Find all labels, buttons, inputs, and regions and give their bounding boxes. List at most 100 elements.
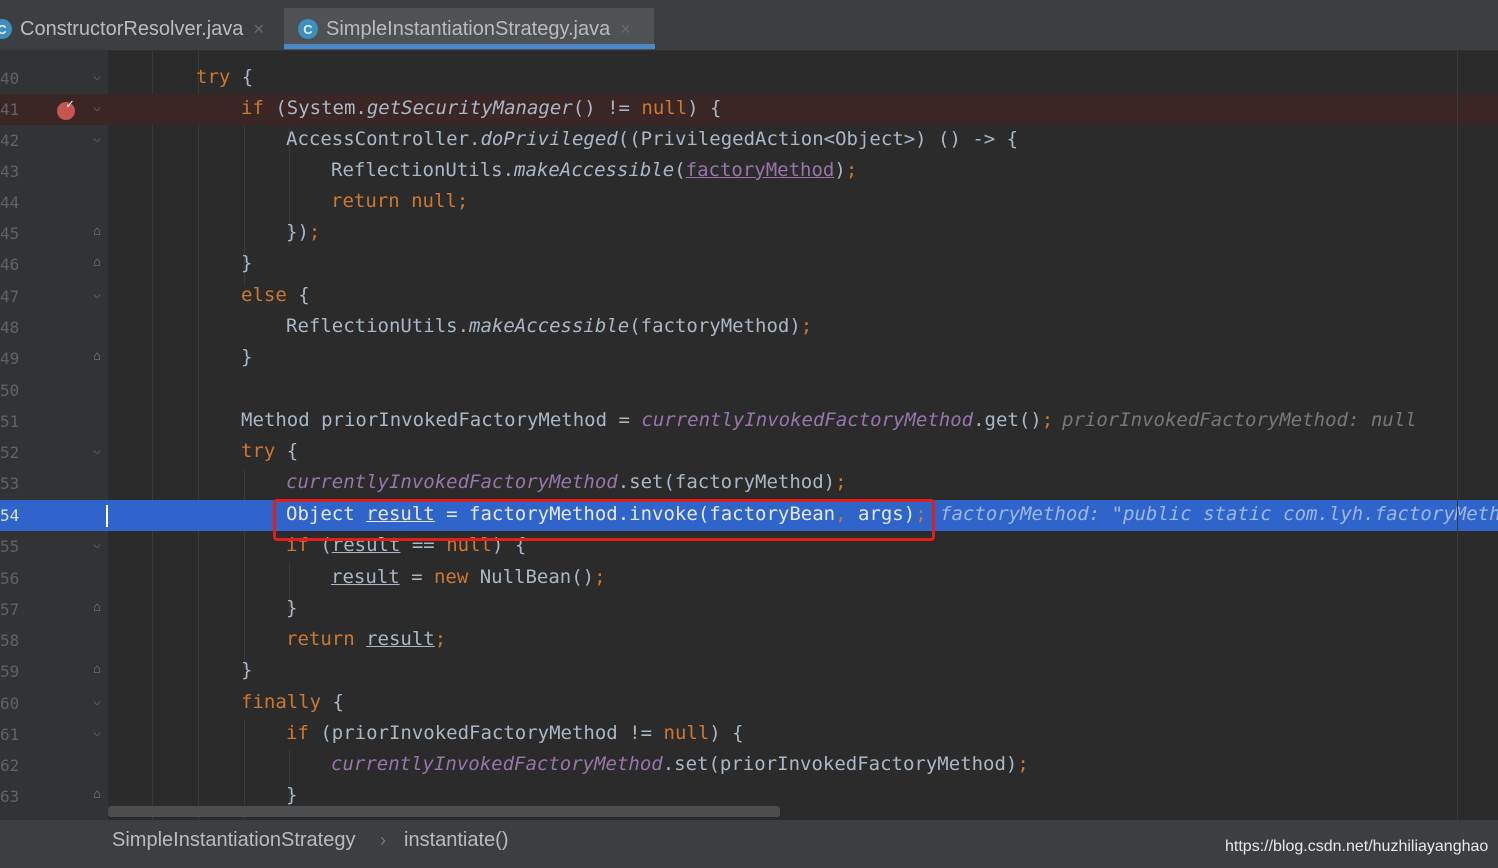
line-number: 40 [0,69,20,88]
code-line[interactable]: 61 ⌵ if (priorInvokedFactoryMethod != nu… [0,719,1498,750]
line-number: 52 [0,443,20,462]
fold-end-icon[interactable]: ⌂ [90,225,104,239]
line-number: 42 [0,131,20,150]
breadcrumb-method[interactable]: instantiate() [404,829,509,852]
code-line[interactable]: 51 Method priorInvokedFactoryMethod = cu… [0,406,1498,437]
line-number: 59 [0,662,20,681]
right-margin-guide [1457,51,1458,820]
line-number: 44 [0,193,20,212]
line-number: 53 [0,474,20,493]
code-text: Method priorInvokedFactoryMethod = curre… [241,409,1054,431]
watermark-url: https://blog.csdn.net/huzhiliayanghao [1225,838,1489,855]
line-number: 47 [0,287,20,306]
text-caret [106,505,108,527]
code-line[interactable]: 48 ReflectionUtils.makeAccessible(factor… [0,312,1498,343]
tab-label: ConstructorResolver.java [20,17,244,40]
breadcrumb-separator-icon: › [380,830,386,850]
code-text: return result; [286,628,447,650]
code-line[interactable]: 40 ⌵ try { [0,63,1498,94]
code-text: }); [286,221,321,243]
code-text: return null; [331,190,469,212]
code-line[interactable]: 62 currentlyInvokedFactoryMethod.set(pri… [0,750,1498,781]
line-number: 49 [0,349,20,368]
tab-label: SimpleInstantiationStrategy.java [326,17,611,40]
code-line[interactable]: 57 ⌂ } [0,594,1498,625]
line-number: 46 [0,255,20,274]
horizontal-scrollbar[interactable] [108,806,780,817]
fold-end-icon[interactable]: ⌂ [90,350,104,364]
breakpoint-check-icon: ✓ [66,97,74,112]
code-text: } [286,784,298,806]
tab-constructor-resolver[interactable]: C ConstructorResolver.java × [0,8,277,50]
code-line[interactable]: 43 ReflectionUtils.makeAccessible(factor… [0,156,1498,187]
code-line[interactable]: 42 ⌵ AccessController.doPrivileged((Priv… [0,125,1498,156]
line-number: 55 [0,537,20,556]
code-text: finally { [241,691,344,713]
code-line[interactable]: 45 ⌂ }); [0,218,1498,249]
line-number: 51 [0,412,20,431]
fold-end-icon[interactable]: ⌂ [90,788,104,802]
code-line[interactable]: 56 result = new NullBean(); [0,563,1498,594]
close-icon[interactable]: × [620,19,631,40]
inline-debug-value: factoryMethod: "public static com.lyh.fa… [940,503,1498,525]
line-number: 63 [0,787,20,806]
code-text: if (priorInvokedFactoryMethod != null) { [286,722,744,744]
code-line[interactable]: 46 ⌂ } [0,249,1498,280]
code-line-breakpoint[interactable]: 41 ⌵ if (System.getSecurityManager() != … [0,94,1498,125]
code-editor[interactable]: 40 ⌵ try { 41 ⌵ if (System.getSecurityMa… [0,51,1498,820]
fold-end-icon[interactable]: ⌂ [90,601,104,615]
active-tab-indicator [284,44,655,49]
code-text: if (System.getSecurityManager() != null)… [241,97,722,119]
code-line[interactable]: 47 ⌵ else { [0,281,1498,312]
fold-marker-icon[interactable]: ⌵ [90,288,104,302]
line-number: 57 [0,600,20,619]
code-text: AccessController.doPrivileged((Privilege… [286,128,1019,150]
line-number: 54 [0,506,20,525]
code-text: currentlyInvokedFactoryMethod.set(priorI… [331,753,1029,775]
code-text: try { [241,440,299,462]
fold-marker-icon[interactable]: ⌵ [90,132,104,146]
line-number: 41 [0,100,20,119]
code-line[interactable]: 58 return result; [0,625,1498,656]
c-class-icon: C [0,19,12,39]
fold-marker-icon[interactable]: ⌵ [90,695,104,709]
fold-end-icon[interactable]: ⌂ [90,663,104,677]
line-number: 48 [0,318,20,337]
line-number: 45 [0,224,20,243]
code-text: } [241,659,253,681]
code-line[interactable]: 53 currentlyInvokedFactoryMethod.set(fac… [0,468,1498,499]
window-top-strip [0,0,1498,8]
close-icon[interactable]: × [253,19,264,40]
line-number: 58 [0,631,20,650]
code-line[interactable]: 60 ⌵ finally { [0,688,1498,719]
line-number: 60 [0,694,20,713]
fold-marker-icon[interactable]: ⌵ [90,444,104,458]
code-line[interactable]: 59 ⌂ } [0,656,1498,687]
c-class-icon: C [298,19,318,39]
code-text: ReflectionUtils.makeAccessible(factoryMe… [286,315,813,337]
code-text: result = new NullBean(); [331,566,606,588]
line-number: 56 [0,569,20,588]
code-text: } [241,346,253,368]
code-line[interactable]: 52 ⌵ try { [0,437,1498,468]
code-text: else { [241,284,310,306]
code-line[interactable]: 50 [0,375,1498,406]
fold-marker-icon[interactable]: ⌵ [90,70,104,84]
inline-debug-value: priorInvokedFactoryMethod: null [1062,409,1417,431]
breadcrumb: SimpleInstantiationStrategy › instantiat… [0,820,1498,868]
fold-end-icon[interactable]: ⌂ [90,256,104,270]
code-text: ReflectionUtils.makeAccessible(factoryMe… [331,159,858,181]
editor-tab-bar: C ConstructorResolver.java × C SimpleIns… [0,8,1498,51]
line-number: 61 [0,725,20,744]
code-text: try { [196,66,254,88]
highlight-annotation-box [273,499,935,541]
fold-marker-icon[interactable]: ⌵ [90,101,104,115]
code-line[interactable]: 49 ⌂ } [0,343,1498,374]
breadcrumb-class[interactable]: SimpleInstantiationStrategy [112,829,355,852]
code-text: } [286,597,298,619]
code-line[interactable]: 44 return null; [0,187,1498,218]
fold-marker-icon[interactable]: ⌵ [90,538,104,552]
fold-marker-icon[interactable]: ⌵ [90,726,104,740]
line-number: 62 [0,756,20,775]
code-text: } [241,252,253,274]
